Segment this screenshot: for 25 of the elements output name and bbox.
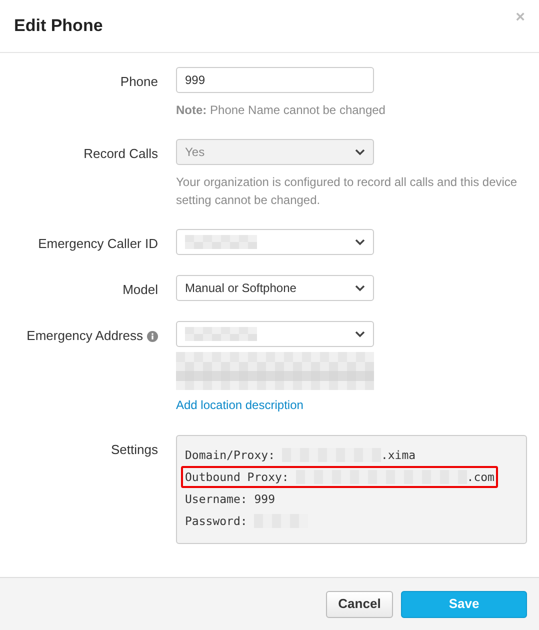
field-label: Record Calls bbox=[84, 146, 158, 161]
chevron-down-icon bbox=[355, 330, 365, 338]
select-field: Yes bbox=[176, 139, 374, 165]
chevron-down-icon bbox=[355, 284, 365, 292]
field-label: Emergency Address bbox=[26, 328, 143, 343]
select-field[interactable]: Manual or Softphone bbox=[176, 275, 374, 301]
add-location-link[interactable]: Add location description bbox=[176, 396, 304, 414]
select-field[interactable] bbox=[176, 229, 374, 255]
settings-line: Password: bbox=[181, 510, 312, 532]
redacted-text bbox=[185, 235, 257, 249]
redacted-text bbox=[185, 327, 257, 341]
note-text: Note: Phone Name cannot be changed bbox=[176, 102, 386, 119]
settings-line: Domain/Proxy: .xima bbox=[184, 446, 417, 464]
dialog-title: Edit Phone bbox=[14, 16, 103, 36]
select-field[interactable] bbox=[176, 321, 374, 347]
chevron-down-icon bbox=[355, 238, 365, 246]
phone-field[interactable]: 999 bbox=[176, 67, 374, 93]
field-label: Model bbox=[122, 282, 158, 297]
field-label: Phone bbox=[120, 74, 158, 89]
field-label: Emergency Caller ID bbox=[38, 236, 158, 251]
help-text: Your organization is configured to record all calls and this device setting cannot be changed. bbox=[176, 174, 518, 209]
cancel-button[interactable]: Cancel bbox=[326, 590, 393, 618]
settings-line: Username: 999 bbox=[184, 490, 276, 508]
chevron-down-icon bbox=[355, 148, 365, 156]
field-label: Settings bbox=[111, 442, 158, 456]
